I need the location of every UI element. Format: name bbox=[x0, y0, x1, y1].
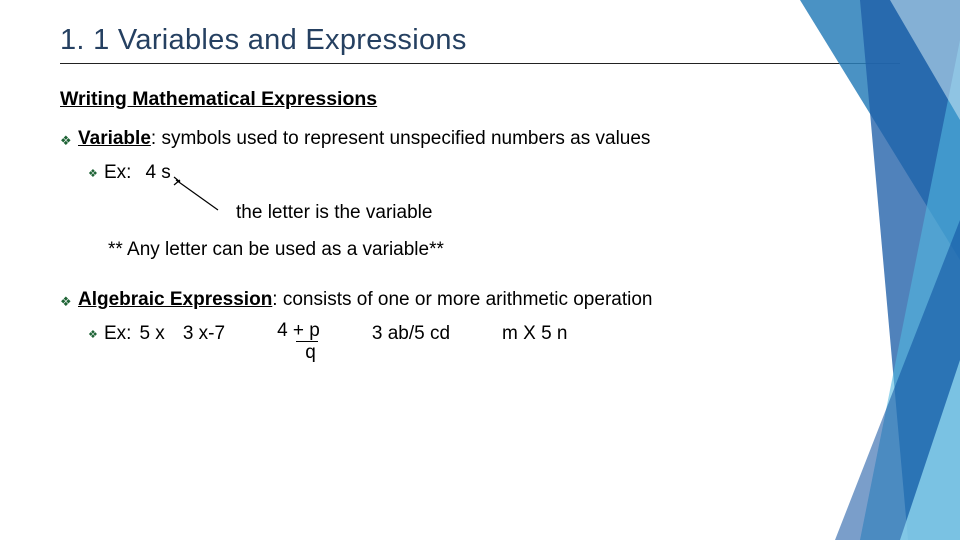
example-d: 3 ab/5 cd bbox=[372, 321, 450, 347]
diamond-bullet-icon: ❖ bbox=[88, 321, 104, 343]
example-c-denominator: q bbox=[305, 343, 320, 363]
example-label: Ex: bbox=[104, 321, 131, 347]
variable-example-row: ❖ Ex: 4 s bbox=[60, 160, 900, 186]
example-c-numerator: 4 + p bbox=[277, 321, 320, 341]
slide: 1. 1 Variables and Expressions Writing M… bbox=[0, 0, 960, 540]
diamond-bullet-icon: ❖ bbox=[60, 126, 78, 150]
diamond-bullet-icon: ❖ bbox=[88, 160, 104, 182]
example-a: 5 x bbox=[139, 321, 164, 347]
bullet-variable: ❖ Variable: symbols used to represent un… bbox=[60, 126, 900, 152]
bullet-algebraic: ❖ Algebraic Expression: consists of one … bbox=[60, 287, 900, 313]
slide-body: Writing Mathematical Expressions ❖ Varia… bbox=[60, 86, 900, 363]
variable-def: : symbols used to represent unspecified … bbox=[151, 128, 651, 149]
example-label: Ex: bbox=[104, 160, 131, 186]
diamond-bullet-icon: ❖ bbox=[60, 287, 78, 311]
example-b: 3 x-7 bbox=[183, 321, 225, 347]
example-e: m X 5 n bbox=[502, 321, 567, 347]
title-divider bbox=[60, 63, 900, 64]
section-heading: Writing Mathematical Expressions bbox=[60, 86, 900, 112]
bullet-algebraic-text: Algebraic Expression: consists of one or… bbox=[78, 287, 652, 313]
variable-asterisk-note: ** Any letter can be used as a variable*… bbox=[60, 237, 900, 263]
algebraic-example-row: ❖ Ex: 5 x 3 x-7 4 + p q 3 ab/5 cd m X 5 … bbox=[60, 321, 900, 364]
slide-title: 1. 1 Variables and Expressions bbox=[60, 24, 900, 57]
bullet-variable-text: Variable: symbols used to represent unsp… bbox=[78, 126, 650, 152]
algebraic-examples: 5 x 3 x-7 4 + p q 3 ab/5 cd m X 5 n bbox=[139, 321, 567, 364]
arrow-icon bbox=[156, 174, 276, 220]
variable-term: Variable bbox=[78, 128, 151, 149]
algebraic-def: : consists of one or more arithmetic ope… bbox=[272, 289, 652, 310]
algebraic-term: Algebraic Expression bbox=[78, 289, 272, 310]
example-c-fraction: 4 + p q bbox=[277, 321, 320, 364]
